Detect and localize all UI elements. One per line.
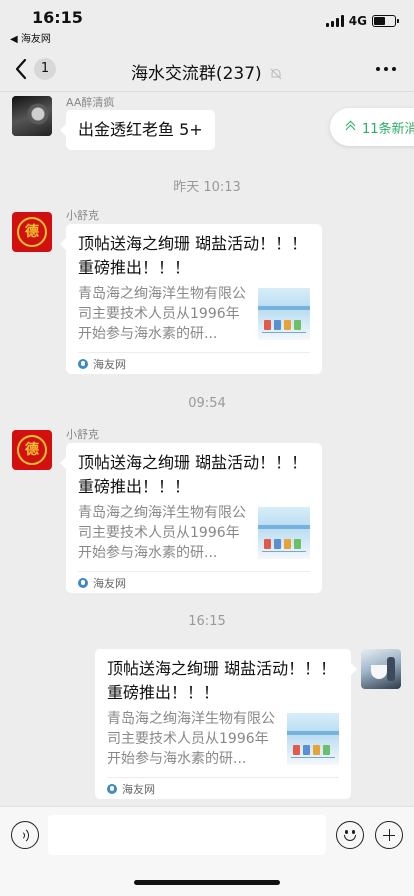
card-source: 海友网 <box>78 352 310 374</box>
avatar[interactable]: 德 <box>12 430 52 470</box>
new-messages-label: 11条新消 <box>362 121 414 137</box>
card-source: 海友网 <box>107 777 339 799</box>
sender-name: 小舒克 <box>66 428 99 441</box>
source-logo-icon <box>107 783 117 794</box>
status-time: 16:15 <box>32 8 83 27</box>
card-source: 海友网 <box>78 571 310 593</box>
battery-level <box>374 17 385 25</box>
card-title: 顶帖送海之绚珊 瑚盐活动！！！ 重磅推出！！！ <box>107 659 337 702</box>
card-thumbnail <box>258 507 310 559</box>
link-card[interactable]: 顶帖送海之绚珊 瑚盐活动！！！ 重磅推出！！！ 青岛海之绚海洋生物有限公司主要技… <box>60 443 322 593</box>
back-to-app-link[interactable]: ◀ 海友网 <box>10 30 51 45</box>
emoji-icon[interactable] <box>336 821 364 849</box>
message-input[interactable] <box>48 815 326 855</box>
card-source-label: 海友网 <box>122 782 155 796</box>
avatar[interactable] <box>12 96 52 136</box>
card-source-label: 海友网 <box>93 576 126 590</box>
source-logo-icon <box>78 358 88 369</box>
card-description: 青岛海之绚海洋生物有限公司主要技术人员从1996年开始参与海水素的研... <box>107 711 275 767</box>
chat-title-wrap: 海水交流群(237) <box>0 59 414 84</box>
home-indicator <box>134 880 280 885</box>
card-thumbnail <box>258 288 310 340</box>
card-description: 青岛海之绚海洋生物有限公司主要技术人员从1996年开始参与海水素的研... <box>78 286 246 342</box>
card-source-label: 海友网 <box>93 357 126 371</box>
card-description: 青岛海之绚海洋生物有限公司主要技术人员从1996年开始参与海水素的研... <box>78 505 246 561</box>
message-bubble[interactable]: 出金透红老鱼 5+ <box>60 110 215 150</box>
link-card[interactable]: 顶帖送海之绚珊 瑚盐活动！！！ 重磅推出！！！ 青岛海之绚海洋生物有限公司主要技… <box>60 224 322 374</box>
time-separator: 16:15 <box>188 614 226 629</box>
status-bar: 16:15 ◀ 海友网 4G <box>0 0 414 46</box>
card-thumbnail <box>287 713 339 765</box>
avatar[interactable] <box>361 649 401 689</box>
sender-name: 小舒克 <box>66 209 99 222</box>
network-type: 4G <box>348 14 367 28</box>
card-title: 顶帖送海之绚珊 瑚盐活动！！！ 重磅推出！！！ <box>78 453 308 496</box>
card-title: 顶帖送海之绚珊 瑚盐活动！！！ 重磅推出！！！ <box>78 234 308 277</box>
link-card[interactable]: 顶帖送海之绚珊 瑚盐活动！！！ 重磅推出！！！ 青岛海之绚海洋生物有限公司主要技… <box>95 649 357 799</box>
chat-title: 海水交流群(237) <box>130 64 262 84</box>
battery-icon <box>372 15 399 27</box>
time-separator: 09:54 <box>188 396 226 411</box>
more-options-icon[interactable] <box>376 67 396 71</box>
more-actions-plus-icon[interactable] <box>375 821 403 849</box>
double-up-arrow-icon <box>346 121 356 133</box>
sender-name: AA醉清疯 <box>66 96 115 109</box>
status-indicators: 4G <box>325 14 399 28</box>
chat-header: 1 海水交流群(237) <box>0 46 414 92</box>
signal-icon <box>325 15 344 27</box>
voice-input-icon[interactable] <box>11 821 39 849</box>
avatar[interactable]: 德 <box>12 212 52 252</box>
mute-bell-icon <box>270 68 282 80</box>
source-logo-icon <box>78 577 88 588</box>
new-messages-button[interactable]: 11条新消 <box>330 108 414 146</box>
time-separator: 昨天 10:13 <box>173 180 241 195</box>
